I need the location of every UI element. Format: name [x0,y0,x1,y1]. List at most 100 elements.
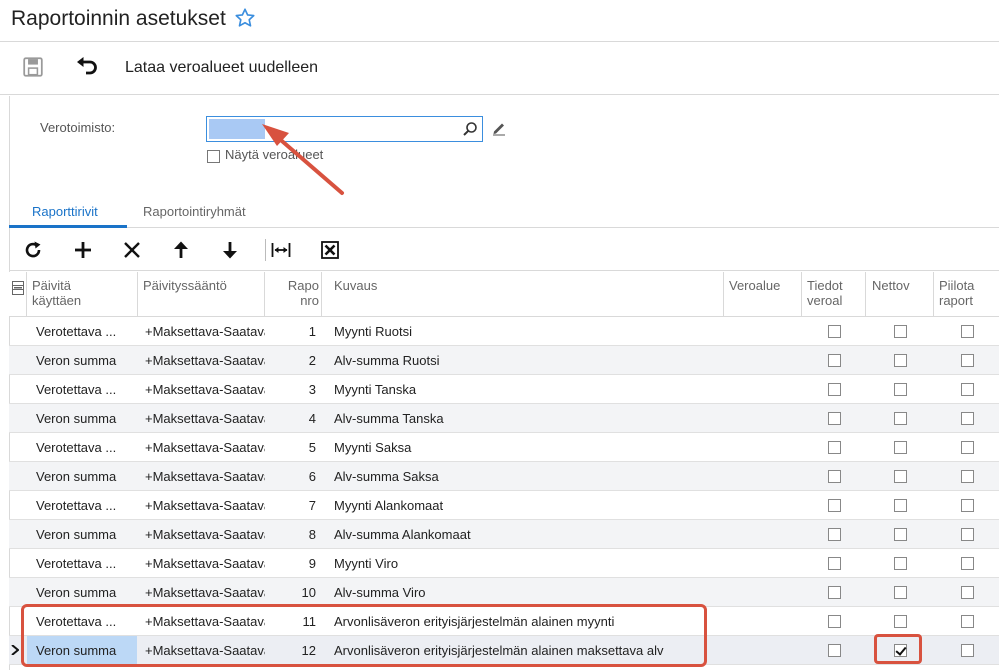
table-row[interactable]: Veron summa +Maksettava-Saatava 4 Alv-summa… [9,404,999,433]
undo-icon[interactable] [74,56,98,78]
cell-report-no[interactable]: 5 [265,433,316,462]
cell-update-rule[interactable]: +Maksettava-Saatava [145,636,265,665]
cell-update-rule[interactable]: +Maksettava-Saatava [145,491,265,520]
refresh-icon[interactable] [22,239,44,261]
cell-tax-region[interactable] [729,549,801,578]
column-header-update-rule[interactable]: Päivityssääntö [138,272,265,317]
delete-icon[interactable] [121,239,143,261]
checkbox-hide-report[interactable] [961,354,974,367]
cell-report-no[interactable]: 1 [265,317,316,346]
cell-report-no[interactable]: 2 [265,346,316,375]
cell-description[interactable]: Arvonlisäveron erityisjärjestelmän alain… [334,636,719,665]
checkbox-hide-report[interactable] [961,644,974,657]
edit-pencil-icon[interactable] [491,120,507,136]
cell-update-using[interactable]: Verotettava ... [36,607,132,636]
checkbox-net[interactable] [894,383,907,396]
checkbox-region-details[interactable] [828,354,841,367]
table-row[interactable]: Veron summa +Maksettava-Saatava 12 Arvonlis… [9,636,999,665]
column-header-hide-report[interactable]: Piilota raport [934,272,999,317]
checkbox-region-details[interactable] [828,528,841,541]
table-row[interactable]: Veron summa +Maksettava-Saatava 2 Alv-summa… [9,346,999,375]
cell-tax-region[interactable] [729,607,801,636]
checkbox-net[interactable] [894,586,907,599]
cell-report-no[interactable]: 9 [265,549,316,578]
cell-update-using[interactable]: Verotettava ... [36,317,132,346]
checkbox-hide-report[interactable] [961,615,974,628]
tab-reporting-groups[interactable]: Raportointiryhmät [143,204,246,219]
cell-update-rule[interactable]: +Maksettava-Saatava [145,317,265,346]
checkbox-net[interactable] [894,615,907,628]
checkbox-hide-report[interactable] [961,412,974,425]
column-header-net[interactable]: Nettov [866,272,934,317]
cell-report-no[interactable]: 4 [265,404,316,433]
cell-tax-region[interactable] [729,433,801,462]
cell-update-using[interactable]: Veron summa [36,520,132,549]
cell-description[interactable]: Myynti Viro [334,549,719,578]
checkbox-net[interactable] [894,499,907,512]
cell-description[interactable]: Arvonlisäveron erityisjärjestelmän alain… [334,607,719,636]
cell-tax-region[interactable] [729,636,801,665]
column-settings-cell[interactable] [9,272,27,317]
cell-update-using[interactable]: Verotettava ... [36,433,132,462]
checkbox-region-details[interactable] [828,644,841,657]
favorite-star-icon[interactable] [234,7,256,29]
cell-update-rule[interactable]: +Maksettava-Saatava [145,578,265,607]
cell-update-rule[interactable]: +Maksettava-Saatava [145,346,265,375]
export-excel-icon[interactable] [319,239,341,261]
checkbox-hide-report[interactable] [961,499,974,512]
move-down-icon[interactable] [219,239,241,261]
cell-update-rule[interactable]: +Maksettava-Saatava [145,549,265,578]
table-row[interactable]: Veron summa +Maksettava-Saatava 6 Alv-summa… [9,462,999,491]
checkbox-region-details[interactable] [828,586,841,599]
table-row[interactable]: Verotettava ... +Maksettava-Saatava 9 Myynt… [9,549,999,578]
search-icon[interactable] [462,121,478,137]
cell-tax-region[interactable] [729,404,801,433]
checkbox-net[interactable] [894,644,907,657]
table-row[interactable]: Verotettava ... +Maksettava-Saatava 3 Myynt… [9,375,999,404]
cell-tax-region[interactable] [729,578,801,607]
cell-tax-region[interactable] [729,520,801,549]
checkbox-hide-report[interactable] [961,586,974,599]
cell-description[interactable]: Alv-summa Viro [334,578,719,607]
cell-update-rule[interactable]: +Maksettava-Saatava [145,520,265,549]
cell-report-no[interactable]: 12 [265,636,316,665]
tax-office-selector[interactable] [206,116,483,142]
cell-description[interactable]: Myynti Ruotsi [334,317,719,346]
cell-report-no[interactable]: 11 [265,607,317,636]
cell-description[interactable]: Alv-summa Ruotsi [334,346,719,375]
checkbox-region-details[interactable] [828,325,841,338]
cell-update-using[interactable]: Veron summa [36,578,132,607]
cell-tax-region[interactable] [729,462,801,491]
cell-description[interactable]: Myynti Saksa [334,433,719,462]
cell-update-using[interactable]: Veron summa [36,346,132,375]
cell-update-rule[interactable]: +Maksettava-Saatava [145,404,265,433]
checkbox-net[interactable] [894,325,907,338]
checkbox-region-details[interactable] [828,383,841,396]
checkbox-hide-report[interactable] [961,441,974,454]
cell-description[interactable]: Alv-summa Saksa [334,462,719,491]
cell-update-rule[interactable]: +Maksettava-Saatava [145,607,265,636]
cell-report-no[interactable]: 3 [265,375,316,404]
table-row[interactable]: Veron summa +Maksettava-Saatava 10 Alv-summ… [9,578,999,607]
cell-description[interactable]: Myynti Alankomaat [334,491,719,520]
table-row[interactable]: Verotettava ... +Maksettava-Saatava 5 Myynt… [9,433,999,462]
checkbox-hide-report[interactable] [961,383,974,396]
checkbox-region-details[interactable] [828,615,841,628]
cell-report-no[interactable]: 8 [265,520,316,549]
column-settings-icon[interactable] [12,281,24,295]
checkbox-hide-report[interactable] [961,325,974,338]
checkbox-net[interactable] [894,354,907,367]
cell-description[interactable]: Alv-summa Alankomaat [334,520,719,549]
cell-update-using[interactable]: Veron summa [36,404,132,433]
cell-update-using[interactable]: Veron summa [36,462,132,491]
column-header-report-no[interactable]: Rapo nro [265,272,322,317]
tab-report-rows[interactable]: Raporttirivit [32,204,98,219]
checkbox-region-details[interactable] [828,412,841,425]
show-regions-checkbox[interactable] [207,150,220,163]
cell-update-rule[interactable]: +Maksettava-Saatava [145,462,265,491]
cell-update-using[interactable]: Veron summa [36,636,132,665]
reload-tax-regions-button[interactable]: Lataa veroalueet uudelleen [125,59,318,77]
checkbox-net[interactable] [894,441,907,454]
table-row[interactable]: Verotettava ... +Maksettava-Saatava 7 Myynt… [9,491,999,520]
cell-update-using[interactable]: Verotettava ... [36,491,132,520]
